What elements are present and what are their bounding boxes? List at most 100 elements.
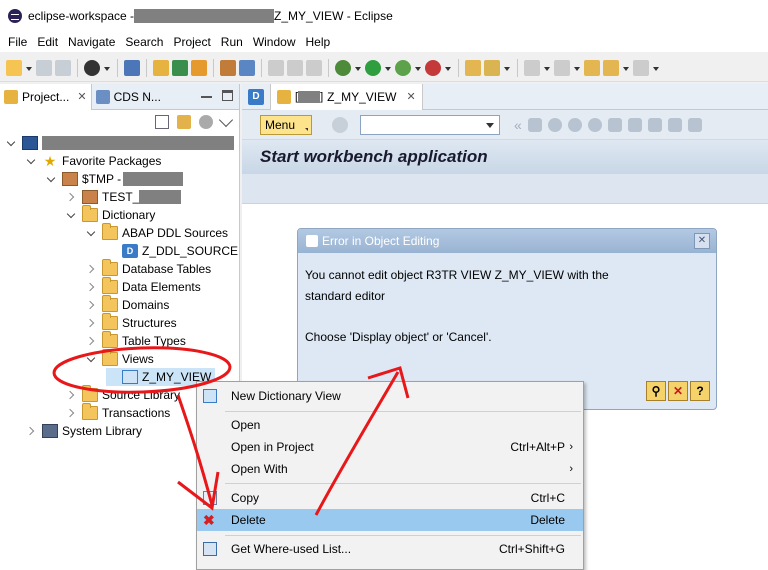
expand-icon[interactable] bbox=[86, 281, 98, 293]
save-all-icon[interactable] bbox=[55, 59, 71, 76]
menu-item-new-dictionary-view[interactable]: New Dictionary View bbox=[197, 385, 583, 407]
link-with-editor-icon[interactable] bbox=[177, 115, 191, 129]
open-task-icon[interactable] bbox=[465, 59, 481, 76]
exit-icon[interactable] bbox=[567, 117, 582, 132]
menu-item-open-with[interactable]: Open With › bbox=[197, 458, 583, 480]
tree-item-transactions[interactable]: Transactions bbox=[66, 403, 170, 422]
tree-item-favorite-packages[interactable]: ★ Favorite Packages bbox=[26, 152, 162, 170]
next-annotation-icon[interactable] bbox=[524, 59, 540, 76]
expand-icon[interactable] bbox=[86, 227, 98, 239]
new-icon[interactable] bbox=[6, 59, 22, 76]
expand-icon[interactable] bbox=[66, 209, 78, 221]
close-icon[interactable]: ✕ bbox=[406, 90, 415, 103]
search-icon[interactable] bbox=[484, 59, 500, 76]
expand-icon[interactable] bbox=[46, 173, 58, 185]
menu-window[interactable]: Window bbox=[248, 35, 301, 49]
cancel-button[interactable]: ✕ bbox=[668, 381, 688, 401]
expand-icon[interactable] bbox=[66, 407, 78, 419]
menu-edit[interactable]: Edit bbox=[32, 35, 63, 49]
chevron-down-icon[interactable] bbox=[414, 60, 422, 76]
cancel-icon[interactable] bbox=[587, 117, 602, 132]
expand-icon[interactable] bbox=[26, 425, 38, 437]
expand-icon[interactable] bbox=[26, 155, 38, 167]
check-icon[interactable] bbox=[191, 59, 207, 76]
close-icon[interactable]: ✕ bbox=[77, 90, 86, 103]
first-page-icon[interactable] bbox=[667, 117, 682, 132]
menu-project[interactable]: Project bbox=[168, 35, 215, 49]
menu-item-delete[interactable]: ✖ Delete Delete bbox=[197, 509, 583, 531]
chevron-down-icon[interactable] bbox=[652, 60, 660, 76]
open-folder-icon[interactable] bbox=[153, 59, 169, 76]
tab-cds-navigator[interactable]: CDS N... bbox=[92, 84, 165, 110]
tree-item-views[interactable]: Views bbox=[86, 349, 154, 368]
tree-item-domains[interactable]: Domains bbox=[86, 295, 169, 314]
tree-item-data-elements[interactable]: Data Elements bbox=[86, 277, 201, 296]
tree-item-dictionary[interactable]: Dictionary bbox=[66, 205, 155, 224]
menu-navigate[interactable]: Navigate bbox=[63, 35, 120, 49]
chevron-down-icon[interactable] bbox=[384, 60, 392, 76]
run-icon[interactable] bbox=[365, 59, 381, 76]
chevron-down-icon[interactable] bbox=[573, 60, 581, 76]
view-menu-icon[interactable] bbox=[218, 112, 234, 128]
hierarchy-icon[interactable] bbox=[220, 59, 236, 76]
menu-item-open-in-project[interactable]: Open in Project Ctrl+Alt+P › bbox=[197, 436, 583, 458]
command-field[interactable] bbox=[360, 114, 500, 135]
tab-z-my-view[interactable]: [ ] Z_MY_VIEW ✕ bbox=[270, 83, 423, 110]
expand-icon[interactable] bbox=[86, 263, 98, 275]
print-icon[interactable] bbox=[607, 117, 622, 132]
collapse-all-icon[interactable] bbox=[155, 115, 169, 129]
tree-item-source-library[interactable]: Source Library bbox=[66, 385, 180, 404]
expand-icon[interactable] bbox=[6, 137, 18, 149]
forward-icon[interactable] bbox=[633, 59, 649, 76]
menu-search[interactable]: Search bbox=[120, 35, 168, 49]
sap-menu-button[interactable]: Menu bbox=[260, 114, 312, 135]
tree-item-abap-ddl-sources[interactable]: ABAP DDL Sources bbox=[86, 223, 228, 242]
toggle-icon[interactable] bbox=[306, 59, 322, 76]
expand-icon[interactable] bbox=[86, 317, 98, 329]
external-tools-icon[interactable] bbox=[425, 59, 441, 76]
filter-icon[interactable] bbox=[199, 115, 213, 129]
maximize-icon[interactable] bbox=[222, 90, 233, 101]
close-icon[interactable]: ✕ bbox=[694, 233, 710, 249]
chevron-down-icon[interactable] bbox=[543, 60, 551, 76]
expand-icon[interactable] bbox=[66, 191, 78, 203]
chevron-down-icon[interactable] bbox=[103, 60, 111, 76]
back-icon[interactable] bbox=[603, 59, 619, 76]
menu-file[interactable]: File bbox=[3, 35, 32, 49]
menu-item-open[interactable]: Open bbox=[197, 414, 583, 436]
menu-item-where-used[interactable]: Get Where-used List... Ctrl+Shift+G bbox=[197, 538, 583, 560]
expand-icon[interactable] bbox=[86, 299, 98, 311]
tab-project-explorer[interactable]: Project... ✕ bbox=[0, 83, 92, 110]
tree-item-project[interactable] bbox=[6, 134, 234, 152]
tree-item-database-tables[interactable]: Database Tables bbox=[86, 259, 211, 278]
chevron-down-icon[interactable] bbox=[622, 60, 630, 76]
back-icon[interactable] bbox=[547, 117, 562, 132]
menu-item-copy[interactable]: Copy Ctrl+C bbox=[197, 487, 583, 509]
display-object-button[interactable]: ⚲ bbox=[646, 381, 666, 401]
run-config-icon[interactable] bbox=[395, 59, 411, 76]
format-icon[interactable] bbox=[268, 59, 284, 76]
tree-item-table-types[interactable]: Table Types bbox=[86, 331, 186, 350]
prev-page-icon[interactable] bbox=[687, 117, 702, 132]
debug-icon[interactable] bbox=[335, 59, 351, 76]
tree-item-structures[interactable]: Structures bbox=[86, 313, 177, 332]
save-icon[interactable] bbox=[36, 59, 52, 76]
link-icon[interactable] bbox=[124, 59, 140, 76]
enter-icon[interactable] bbox=[332, 116, 348, 133]
save-icon[interactable] bbox=[527, 117, 542, 132]
minimize-icon[interactable] bbox=[201, 90, 212, 98]
user-icon[interactable] bbox=[84, 59, 100, 76]
tree-item-test-package[interactable]: TEST_ bbox=[66, 188, 182, 206]
tree-item-tmp-package[interactable]: $TMP - bbox=[46, 170, 184, 188]
chevron-down-icon[interactable] bbox=[25, 60, 33, 76]
tree-item-z-ddl-source[interactable]: D Z_DDL_SOURCE bbox=[106, 242, 238, 260]
open-type-icon[interactable] bbox=[239, 59, 255, 76]
tree-item-system-library[interactable]: System Library bbox=[26, 422, 142, 440]
chevron-down-icon[interactable] bbox=[354, 60, 362, 76]
find-next-icon[interactable] bbox=[647, 117, 662, 132]
activate-icon[interactable] bbox=[172, 59, 188, 76]
last-edit-icon[interactable] bbox=[584, 59, 600, 76]
menu-help[interactable]: Help bbox=[301, 35, 336, 49]
comment-icon[interactable] bbox=[287, 59, 303, 76]
help-button[interactable]: ? bbox=[690, 381, 710, 401]
